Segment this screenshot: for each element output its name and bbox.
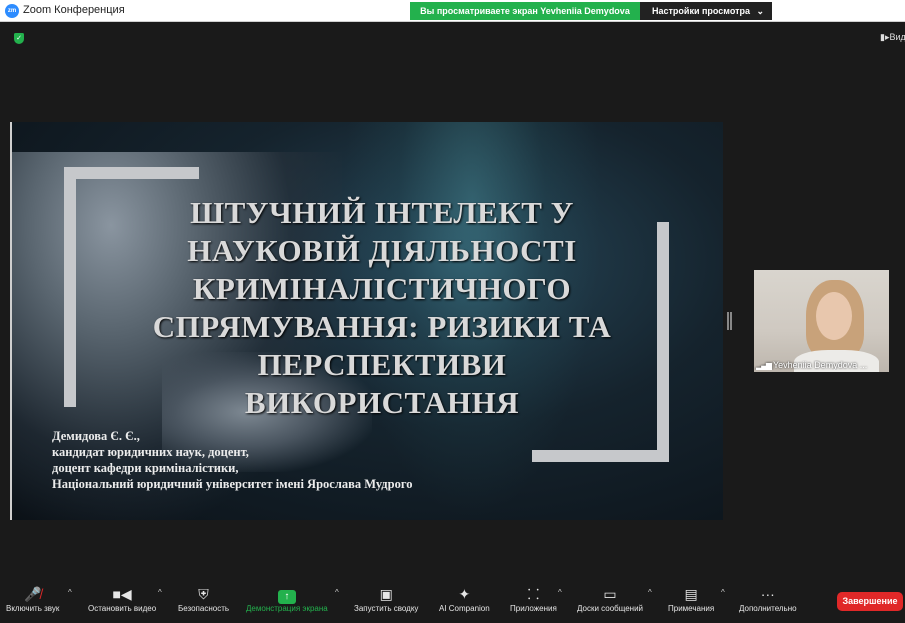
participant-name-label: ▂▄▆ Yevheniia Demydova ...: [754, 360, 889, 370]
slide-title-line: СПРЯМУВАННЯ: РИЗИКИ ТА: [152, 309, 612, 344]
start-summary-button[interactable]: ▣ Запустить сводку: [354, 584, 418, 613]
whiteboards-button[interactable]: ▭ Доски сообщений: [577, 584, 643, 613]
sparkle-icon: ✦: [458, 586, 471, 602]
participant-face: [816, 292, 852, 340]
signal-strength-icon: ▂▄▆: [756, 361, 772, 370]
shared-screen-slide: ШТУЧНИЙ ІНТЕЛЕКТ У НАУКОВІЙ ДІЯЛЬНОСТІ К…: [10, 122, 723, 520]
summary-icon: ▣: [379, 586, 393, 602]
author-degree: кандидат юридичних наук, доцент,: [52, 445, 249, 459]
slide-title-line: ШТУЧНИЙ ІНТЕЛЕКТ У: [190, 195, 574, 230]
audio-options-caret-icon[interactable]: ^: [68, 588, 72, 597]
frame-corner-bottom-right: [532, 450, 669, 462]
author-name: Демидова Є. Є.,: [52, 429, 140, 443]
muted-microphone-icon: 🎤̸: [23, 586, 42, 602]
apps-button[interactable]: ⸬ Приложения: [510, 584, 557, 613]
apps-label: Приложения: [510, 604, 557, 613]
zoom-logo-icon: zm: [5, 4, 19, 18]
notes-button[interactable]: ▤ Примечания: [668, 584, 714, 613]
view-options-dropdown[interactable]: Настройки просмотра ⌄: [640, 2, 772, 20]
apps-options-caret-icon[interactable]: ^: [558, 588, 562, 597]
chevron-down-icon: ⌄: [756, 6, 764, 16]
video-camera-icon: ■◀: [112, 586, 132, 602]
stop-video-button[interactable]: ■◀ Остановить видео: [88, 584, 156, 613]
author-position: доцент кафедри криміналістики,: [52, 461, 239, 475]
whiteboards-label: Доски сообщений: [577, 604, 644, 613]
end-meeting-button[interactable]: Завершение: [837, 592, 903, 611]
more-dots-icon: ···: [760, 586, 775, 602]
stop-video-label: Остановить видео: [88, 604, 157, 613]
panel-resize-handle[interactable]: [727, 312, 729, 330]
panel-resize-handle-grip: [730, 312, 732, 330]
notes-options-caret-icon[interactable]: ^: [721, 588, 725, 597]
frame-corner-top-left-vertical: [64, 167, 76, 407]
start-summary-label: Запустить сводку: [354, 604, 419, 613]
participant-name-suffix: ...: [857, 360, 868, 370]
window-title: Zoom Конференция: [23, 4, 125, 16]
slide-author-info: Демидова Є. Є., кандидат юридичних наук,…: [52, 428, 412, 492]
meeting-stage: ✓ ▮▸Вид ШТУЧНИЙ ІНТЕЛЕКТ У НАУКОВІЙ ДІЯЛ…: [0, 22, 905, 623]
view-label: Вид: [889, 32, 905, 42]
whiteboards-options-caret-icon[interactable]: ^: [648, 588, 652, 597]
unmute-button[interactable]: 🎤̸ Включить звук: [6, 584, 59, 613]
whiteboard-icon: ▭: [603, 586, 617, 602]
unmute-label: Включить звук: [6, 604, 60, 613]
video-options-caret-icon[interactable]: ^: [158, 588, 162, 597]
meeting-toolbar: 🎤̸ Включить звук ^ ■◀ Остановить видео ^…: [0, 582, 905, 623]
encryption-shield-icon[interactable]: ✓: [14, 33, 24, 44]
screen-share-banner: Вы просматриваете экран Yevheniia Demydo…: [410, 2, 640, 20]
slide-title-line: КРИМІНАЛІСТИЧНОГО: [192, 271, 572, 306]
shield-icon: ⛨: [198, 586, 209, 602]
slide-title-line: ПЕРСПЕКТИВИ: [257, 347, 507, 382]
share-screen-icon: ↑: [277, 590, 296, 604]
slide-title-line: ВИКОРИСТАННЯ: [244, 385, 520, 420]
share-options-caret-icon[interactable]: ^: [335, 588, 339, 597]
notes-icon: ▤: [684, 586, 698, 602]
share-screen-button[interactable]: ↑ Демонстрация экрана: [246, 584, 328, 613]
participant-video-tile[interactable]: ▂▄▆ Yevheniia Demydova ...: [754, 270, 889, 372]
ai-companion-label: AI Companion: [439, 604, 490, 613]
view-button[interactable]: ▮▸Вид: [880, 32, 905, 43]
author-university: Національний юридичний університет імені…: [52, 477, 413, 491]
ai-companion-button[interactable]: ✦ AI Companion: [439, 584, 490, 613]
slide-title: ШТУЧНИЙ ІНТЕЛЕКТ У НАУКОВІЙ ДІЯЛЬНОСТІ К…: [102, 194, 662, 422]
view-options-label: Настройки просмотра: [652, 6, 751, 16]
apps-icon: ⸬: [527, 586, 540, 602]
notes-label: Примечания: [668, 604, 715, 613]
frame-corner-top-left: [64, 167, 199, 179]
more-label: Дополнительно: [739, 604, 797, 613]
share-screen-label: Демонстрация экрана: [246, 604, 328, 613]
security-label: Безопасность: [178, 604, 230, 613]
security-button[interactable]: ⛨ Безопасность: [178, 584, 229, 613]
participant-name: Yevheniia Demydova: [772, 360, 858, 370]
title-bar: zm Zoom Конференция Вы просматриваете эк…: [0, 0, 905, 22]
slide-title-line: НАУКОВІЙ ДІЯЛЬНОСТІ: [187, 233, 577, 268]
more-button[interactable]: ··· Дополнительно: [739, 584, 797, 613]
